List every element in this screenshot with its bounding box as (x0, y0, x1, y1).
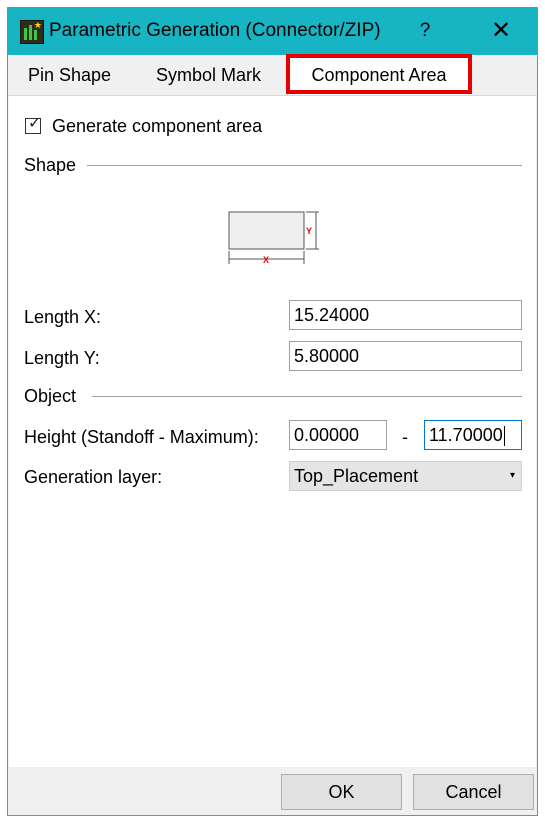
text-cursor (503, 426, 505, 447)
title-bar[interactable]: ★ Parametric Generation (Connector/ZIP) … (8, 8, 537, 55)
diagram-y-label: Y (306, 226, 312, 236)
length-y-input[interactable]: 5.80000 (289, 341, 522, 371)
length-x-input[interactable]: 15.24000 (289, 300, 522, 330)
generation-layer-select[interactable]: Top_Placement ▾ (289, 461, 522, 491)
dropdown-arrow-icon: ▾ (509, 470, 515, 481)
tab-symbol-mark[interactable]: Symbol Mark (131, 55, 286, 95)
dialog-footer: OK Cancel (8, 767, 537, 815)
tab-highlight-box (286, 54, 472, 94)
maximum-height-value: 11.70000 (429, 425, 503, 445)
generation-layer-value: Top_Placement (294, 466, 419, 486)
generate-area-checkbox[interactable]: ✓ (25, 115, 42, 134)
height-separator: - (402, 427, 408, 447)
cancel-button[interactable]: Cancel (413, 774, 534, 810)
app-icon: ★ (20, 20, 44, 44)
shape-section-divider (87, 165, 522, 166)
help-button[interactable]: ? (410, 16, 440, 46)
length-x-label: Length X: (24, 307, 102, 327)
window-title: Parametric Generation (Connector/ZIP) (49, 20, 381, 41)
length-y-label: Length Y: (24, 348, 100, 368)
shape-diagram: X Y (228, 211, 319, 265)
height-label: Height (Standoff - Maximum): (24, 427, 259, 447)
object-section-title: Object (24, 386, 77, 406)
maximum-height-input[interactable]: 11.70000 (424, 420, 522, 450)
ok-button[interactable]: OK (281, 774, 402, 810)
close-button[interactable]: ✕ (486, 16, 516, 46)
component-area-panel: ✓ Generate component area Shape X Y Leng… (9, 96, 536, 767)
standoff-height-input[interactable]: 0.00000 (289, 420, 387, 450)
tab-pin-shape[interactable]: Pin Shape (8, 55, 131, 95)
generation-layer-label: Generation layer: (24, 467, 163, 487)
generate-area-label[interactable]: Generate component area (52, 116, 262, 137)
object-section-divider (92, 396, 522, 397)
diagram-x-label: X (263, 255, 269, 265)
shape-section-title: Shape (24, 155, 77, 175)
dialog-window: ★ Parametric Generation (Connector/ZIP) … (7, 7, 538, 816)
checkmark-icon: ✓ (28, 115, 42, 132)
